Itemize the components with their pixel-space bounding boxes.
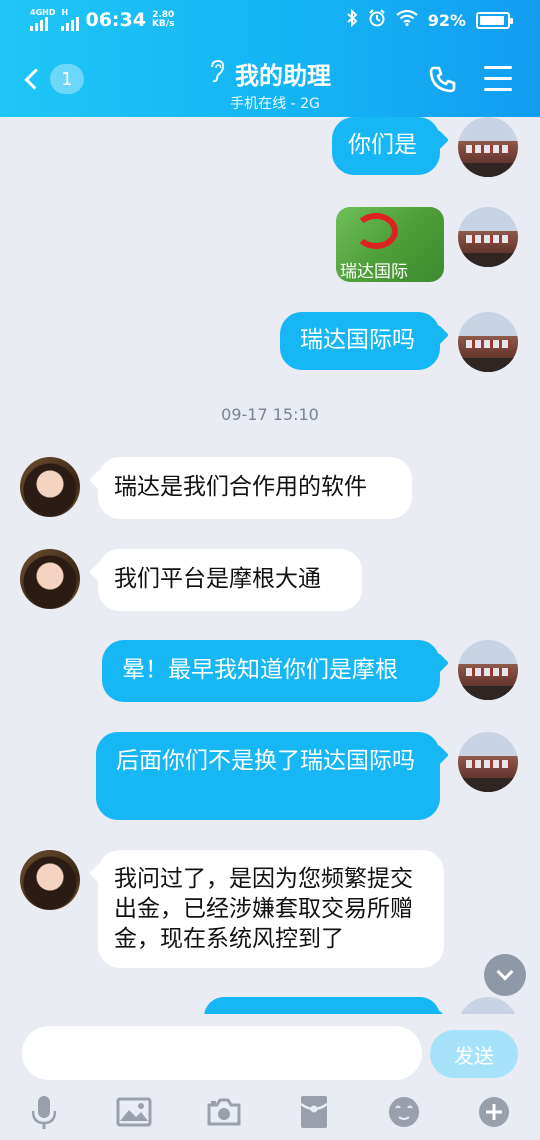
message-list[interactable]: 你们是 瑞达国际 瑞达国际吗 09-17 15:10 瑞达是我们合作用的软件 我… [0, 117, 540, 1014]
avatar[interactable] [20, 549, 80, 609]
message-bubble-outgoing[interactable]: 你们是 [332, 117, 440, 175]
emoji-icon[interactable] [384, 1092, 424, 1132]
page-title: 我的助理 [235, 62, 331, 90]
status-bar: 4GHD H 06:34 2.80 KB/s 92% [0, 0, 540, 40]
camera-icon[interactable] [204, 1092, 244, 1132]
red-packet-icon[interactable] [294, 1092, 334, 1132]
battery-fill [480, 15, 504, 25]
battery-percent: 92% [427, 10, 466, 30]
message-bubble-incoming[interactable]: 我们平台是摩根大通 [98, 549, 362, 611]
signal-icon [30, 17, 55, 31]
microphone-icon[interactable] [24, 1092, 64, 1132]
logo-icon [354, 213, 398, 249]
online-status: 手机在线 - 2G [230, 96, 320, 112]
input-bar: 发送 [0, 1014, 540, 1140]
speed-unit: KB/s [151, 18, 175, 29]
toolbar [0, 1092, 540, 1140]
bluetooth-icon [346, 8, 358, 31]
network-speed: 2.80 KB/s [151, 10, 175, 29]
signal-icon-2 [61, 17, 80, 31]
network-indicator: 4GHD [30, 8, 55, 31]
battery-icon [476, 11, 513, 29]
message-bubble-outgoing-partial[interactable] [204, 997, 440, 1014]
avatar[interactable] [458, 117, 518, 177]
avatar[interactable] [20, 457, 80, 517]
message-text: 瑞达是我们合作用的软件 [114, 474, 367, 500]
message-bubble-outgoing[interactable]: 晕！最早我知道你们是摩根 [102, 640, 440, 702]
message-text: 我们平台是摩根大通 [114, 566, 321, 592]
timestamp: 09-17 15:10 [221, 405, 319, 424]
avatar[interactable] [458, 997, 518, 1014]
message-text: 瑞达国际吗 [300, 327, 415, 353]
ear-icon [209, 59, 225, 88]
alarm-icon [368, 9, 386, 31]
wifi-icon [396, 9, 418, 30]
clock: 06:34 [85, 8, 146, 31]
chevron-down-icon [496, 963, 514, 981]
avatar[interactable] [458, 207, 518, 267]
send-button[interactable]: 发送 [430, 1030, 518, 1078]
status-right: 92% [346, 8, 513, 31]
image-icon[interactable] [114, 1092, 154, 1132]
scroll-to-bottom-button[interactable] [484, 954, 526, 996]
title-area[interactable]: 我的助理 手机在线 - 2G [0, 56, 540, 113]
avatar[interactable] [20, 850, 80, 910]
message-bubble-outgoing[interactable]: 后面你们不是换了瑞达国际吗 [96, 732, 440, 820]
image-caption: 瑞达国际 [340, 262, 408, 282]
message-text: 后面你们不是换了瑞达国际吗 [116, 748, 415, 774]
message-bubble-outgoing[interactable]: 瑞达国际吗 [280, 312, 440, 370]
phone-icon[interactable] [428, 64, 458, 94]
menu-icon[interactable] [484, 66, 512, 91]
title-row: 我的助理 [209, 56, 331, 91]
message-text: 你们是 [348, 132, 417, 158]
image-message[interactable]: 瑞达国际 [336, 207, 444, 282]
message-text: 我问过了，是因为您频繁提交出金，已经涉嫌套取交易所赠金，现在系统风控到了 [114, 866, 413, 952]
network-type: 4GHD [30, 8, 56, 17]
plus-icon[interactable] [474, 1092, 514, 1132]
network-type-2: H [61, 8, 69, 17]
avatar[interactable] [458, 732, 518, 792]
message-input[interactable] [22, 1026, 422, 1080]
status-left: 4GHD H 06:34 2.80 KB/s [30, 8, 174, 31]
avatar[interactable] [458, 640, 518, 700]
network-indicator-2: H [61, 8, 80, 31]
message-bubble-incoming[interactable]: 瑞达是我们合作用的软件 [98, 457, 412, 519]
message-text: 晕！最早我知道你们是摩根 [122, 657, 398, 683]
message-bubble-incoming[interactable]: 我问过了，是因为您频繁提交出金，已经涉嫌套取交易所赠金，现在系统风控到了 [98, 850, 444, 968]
avatar[interactable] [458, 312, 518, 372]
chat-header: 4GHD H 06:34 2.80 KB/s 92% 1 我的助理 手机在线 -… [0, 0, 540, 117]
